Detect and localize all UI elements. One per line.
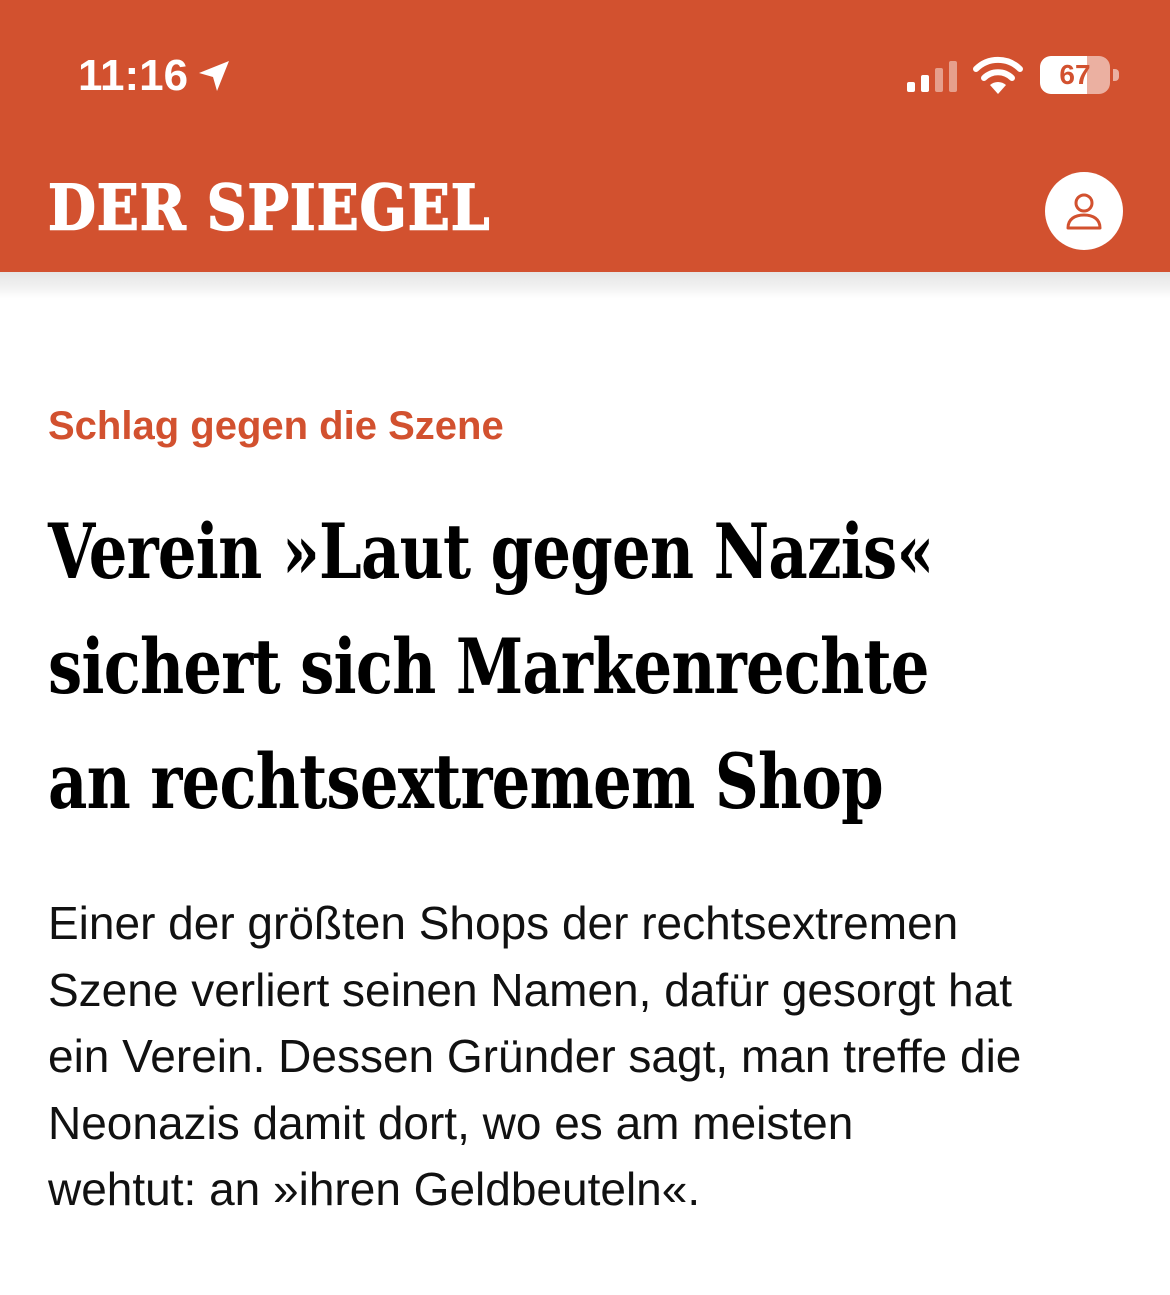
article-teaser[interactable]: Einer der größten Shops der rechtsextrem… bbox=[48, 890, 1138, 1223]
battery-percentage: 67 bbox=[1059, 59, 1091, 90]
app-header: 11:16 67 DER SPIEGEL bbox=[0, 0, 1170, 272]
user-icon bbox=[1066, 193, 1102, 230]
headline-line: Verein »Laut gegen Nazis« bbox=[48, 507, 934, 596]
teaser-line: wehtut: an »ihren Geldbeuteln«. bbox=[48, 1163, 701, 1215]
teaser-line: Einer der größten Shops der rechtsextrem… bbox=[48, 897, 959, 949]
article-kicker[interactable]: Schlag gegen die Szene bbox=[48, 400, 504, 452]
headline-line: an rechtsextremem Shop bbox=[48, 737, 884, 826]
brand-logo[interactable]: DER SPIEGEL bbox=[47, 171, 490, 246]
header-shadow bbox=[0, 272, 1170, 298]
battery-body: 67 bbox=[1040, 56, 1110, 94]
battery-cap bbox=[1113, 69, 1119, 81]
teaser-line: Szene verliert seinen Namen, dafür gesor… bbox=[48, 963, 1012, 1016]
account-button[interactable] bbox=[1045, 172, 1123, 250]
status-time: 11:16 bbox=[78, 51, 189, 100]
cellular-signal-icon bbox=[907, 61, 957, 92]
headline-line: sichert sich Markenrechte bbox=[48, 622, 930, 711]
wifi-icon bbox=[973, 56, 1023, 94]
teaser-line: ein Verein. Dessen Gründer sagt, man tre… bbox=[48, 1030, 1022, 1082]
teaser-line: Neonazis damit dort, wo es am meisten bbox=[48, 1096, 854, 1149]
battery-icon: 67 bbox=[1040, 56, 1120, 94]
article-headline[interactable]: Verein »Laut gegen Nazis« sichert sich M… bbox=[48, 494, 1128, 839]
location-arrow-icon bbox=[199, 61, 229, 91]
